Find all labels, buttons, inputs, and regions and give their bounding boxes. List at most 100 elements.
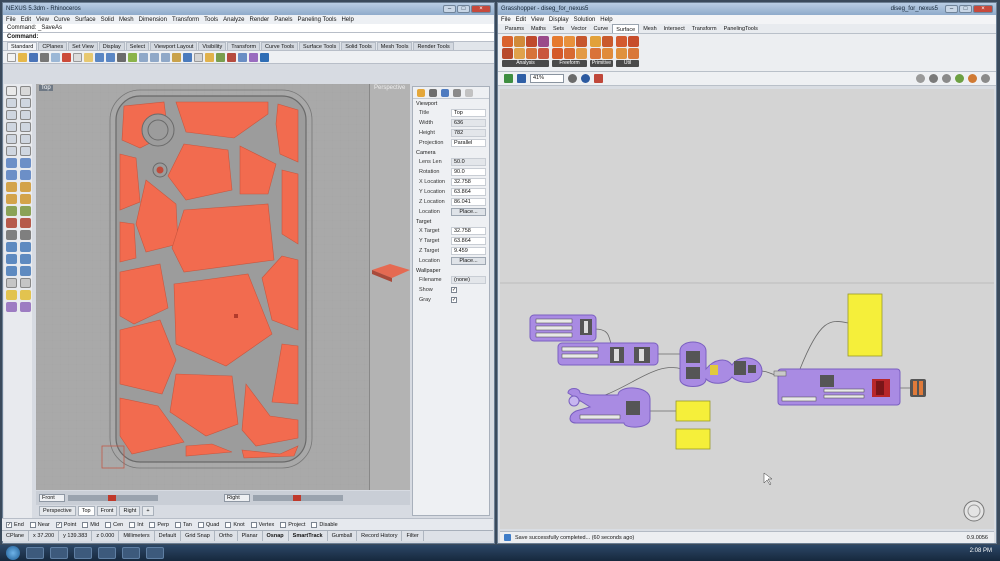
tab-solid-tools[interactable]: Solid Tools	[341, 42, 376, 50]
z-location-field[interactable]: 86.041	[451, 198, 486, 206]
join-icon[interactable]	[6, 230, 17, 240]
boolean-icon[interactable]	[20, 194, 31, 204]
osnap-project[interactable]: Project	[280, 521, 305, 528]
material-properties-icon[interactable]	[429, 89, 437, 97]
gray-checkbox[interactable]: ✓	[451, 297, 457, 303]
mesh-edit-icon[interactable]	[20, 206, 31, 216]
taskbar-clock[interactable]: 2:08 PM	[970, 548, 992, 554]
lens-field[interactable]: 50.0	[451, 158, 486, 166]
select-arrow-icon[interactable]	[6, 86, 17, 96]
menu-file[interactable]: File	[6, 17, 16, 23]
cylinder-icon[interactable]	[6, 194, 17, 204]
curve-icon[interactable]	[20, 134, 31, 144]
menu-surface[interactable]: Surface	[75, 17, 96, 23]
sketch-icon[interactable]	[594, 74, 603, 83]
x-location-field[interactable]: 32.758	[451, 178, 486, 186]
sweep-icon[interactable]	[576, 36, 587, 47]
tab-viewport-layout[interactable]: Viewport Layout	[150, 42, 198, 50]
preview-selected-icon[interactable]	[955, 74, 964, 83]
fillet-icon[interactable]	[20, 146, 31, 156]
zoom-extents-icon[interactable]	[161, 53, 170, 62]
extrude-surface-icon[interactable]	[552, 48, 563, 59]
menu-render[interactable]: Render	[250, 17, 270, 23]
gh-tab-transform[interactable]: Transform	[689, 24, 720, 33]
front-view-dropdown[interactable]: Front	[39, 494, 65, 502]
gh-open-icon[interactable]	[504, 74, 513, 83]
import-icon[interactable]	[51, 53, 60, 62]
osnap-vertex-checkbox[interactable]	[250, 521, 257, 528]
cylinder-primitive-icon[interactable]	[602, 36, 613, 47]
block-icon[interactable]	[20, 302, 31, 312]
panel-bottom[interactable]	[675, 428, 711, 450]
layer-label[interactable]: Default	[155, 531, 182, 541]
gh-canvas[interactable]	[500, 89, 994, 529]
cut-icon[interactable]	[62, 53, 71, 62]
gh-close-button[interactable]: ×	[973, 5, 993, 13]
target-place-button[interactable]: Place...	[451, 257, 486, 265]
osnap-quad-checkbox[interactable]	[197, 521, 204, 528]
revolve-icon[interactable]	[20, 170, 31, 180]
arc-icon[interactable]	[20, 110, 31, 120]
taskbar-rhino-icon[interactable]	[122, 547, 140, 559]
title-field[interactable]: Top	[451, 109, 486, 117]
move-icon[interactable]	[6, 242, 17, 252]
show-checkbox[interactable]: ✓	[451, 287, 457, 293]
viewport-perspective[interactable]: Perspective	[369, 84, 410, 490]
menu-analyze[interactable]: Analyze	[223, 17, 244, 23]
extrude-icon[interactable]	[20, 158, 31, 168]
y-target-field[interactable]: 63.864	[451, 237, 486, 245]
viewport-perspective-label[interactable]: Perspective	[372, 85, 407, 91]
tab-select[interactable]: Select	[125, 42, 150, 50]
mesh-icon[interactable]	[6, 206, 17, 216]
split-icon[interactable]	[6, 218, 17, 228]
projection-select[interactable]: Parallel	[451, 139, 486, 147]
filter-toggle[interactable]: Filter	[402, 531, 424, 541]
filename-field[interactable]: (none)	[451, 276, 486, 284]
tab-visibility[interactable]: Visibility	[198, 42, 227, 50]
help-tab-icon[interactable]	[465, 89, 473, 97]
osnap-project-checkbox[interactable]	[280, 521, 287, 528]
tab-curve-tools[interactable]: Curve Tools	[261, 42, 298, 50]
grid-snap-toggle[interactable]: Grid Snap	[181, 531, 215, 541]
group-icon[interactable]	[6, 302, 17, 312]
preview-off-icon[interactable]	[929, 74, 938, 83]
evaluate-surface-icon[interactable]	[514, 48, 525, 59]
dimension-icon[interactable]	[6, 278, 17, 288]
minimize-button[interactable]: –	[443, 5, 456, 13]
menu-mesh[interactable]: Mesh	[119, 17, 134, 23]
explode-icon[interactable]	[20, 230, 31, 240]
menu-panels[interactable]: Panels	[274, 17, 292, 23]
copy-icon[interactable]	[73, 53, 82, 62]
polyline-icon[interactable]	[20, 98, 31, 108]
box-primitive-icon[interactable]	[590, 36, 601, 47]
ortho-toggle[interactable]: Ortho	[215, 531, 238, 541]
camera-place-button[interactable]: Place...	[451, 208, 486, 216]
cplane-icon[interactable]	[183, 53, 192, 62]
tab-render-tools[interactable]: Render Tools	[413, 42, 454, 50]
param-cluster-b[interactable]	[557, 342, 659, 366]
osnap-cen[interactable]: Cen	[105, 521, 123, 528]
menu-curve[interactable]: Curve	[54, 17, 70, 23]
gh-maximize-button[interactable]: □	[959, 5, 972, 13]
cap-holes-icon[interactable]	[616, 36, 627, 47]
tab-top[interactable]: Top	[77, 506, 95, 516]
right-scroll[interactable]	[253, 495, 343, 501]
gh-tab-params[interactable]: Params	[502, 24, 527, 33]
param-cluster-a[interactable]	[529, 314, 597, 342]
zoom-extents-icon-gh[interactable]	[568, 74, 577, 83]
render-icon[interactable]	[227, 53, 236, 62]
gumball-toggle[interactable]: Gumball	[328, 531, 358, 541]
pan-icon[interactable]	[117, 53, 126, 62]
gh-menu-file[interactable]: File	[501, 17, 511, 23]
planar-toggle[interactable]: Planar	[238, 531, 263, 541]
rotation-field[interactable]: 90.0	[451, 168, 486, 176]
gh-tab-sets[interactable]: Sets	[550, 24, 567, 33]
zoom-level[interactable]: 41%	[530, 74, 564, 83]
canvas-compass[interactable]	[963, 500, 985, 522]
osnap-knot[interactable]: Knot	[225, 521, 245, 528]
copy-object-icon[interactable]	[20, 242, 31, 252]
trim-icon[interactable]	[20, 218, 31, 228]
ellipse-icon[interactable]	[6, 122, 17, 132]
menu-solid[interactable]: Solid	[101, 17, 114, 23]
gh-menu-view[interactable]: View	[531, 17, 544, 23]
